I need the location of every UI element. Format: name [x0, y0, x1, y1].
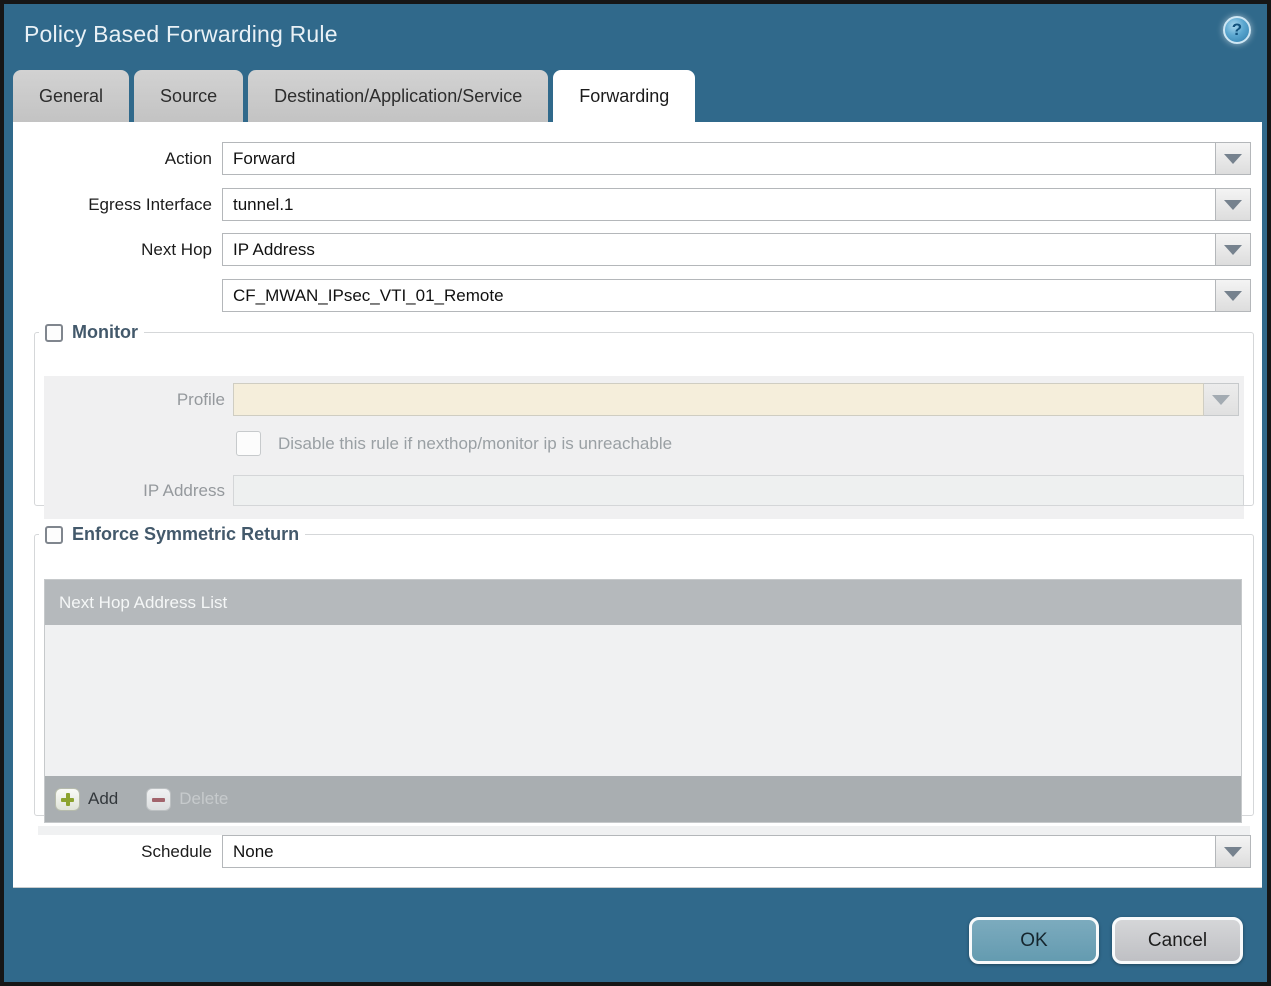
- egress-interface-value[interactable]: tunnel.1: [222, 188, 1216, 221]
- tab-forwarding[interactable]: Forwarding: [553, 70, 696, 122]
- profile-dropdown-button: [1204, 383, 1239, 416]
- delete-button-label: Delete: [179, 789, 229, 808]
- enforce-symmetric-return-checkbox[interactable]: [45, 525, 63, 544]
- chevron-down-icon: [1224, 199, 1242, 210]
- chevron-down-icon: [1224, 290, 1242, 301]
- dialog-title: Policy Based Forwarding Rule: [24, 21, 338, 47]
- chevron-down-icon: [1224, 153, 1242, 164]
- add-icon: [55, 787, 80, 811]
- add-button[interactable]: Add: [55, 787, 119, 811]
- tab-source[interactable]: Source: [134, 70, 244, 122]
- profile-label: Profile: [176, 390, 225, 409]
- ok-button[interactable]: OK: [969, 917, 1099, 964]
- forwarding-tab-panel: Action Forward Egress Interface tunnel.1…: [13, 122, 1262, 888]
- monitor-ip-address-label: IP Address: [143, 481, 225, 500]
- action-value[interactable]: Forward: [222, 142, 1216, 175]
- enforce-symmetric-return-legend: Enforce Symmetric Return: [39, 524, 305, 545]
- schedule-combobox[interactable]: None: [222, 835, 1251, 868]
- dialog-window: Policy Based Forwarding Rule ? General S…: [0, 0, 1271, 986]
- next-hop-type-dropdown-button[interactable]: [1216, 233, 1251, 266]
- next-hop-address-value[interactable]: CF_MWAN_IPsec_VTI_01_Remote: [222, 279, 1216, 312]
- tab-bar: General Source Destination/Application/S…: [13, 70, 696, 122]
- tab-destination-application-service[interactable]: Destination/Application/Service: [248, 70, 549, 122]
- next-hop-type-value[interactable]: IP Address: [222, 233, 1216, 266]
- action-combobox[interactable]: Forward: [222, 142, 1251, 175]
- chevron-down-icon: [1212, 394, 1230, 405]
- schedule-dropdown-button[interactable]: [1216, 835, 1251, 868]
- schedule-value[interactable]: None: [222, 835, 1216, 868]
- help-glyph: ?: [1231, 20, 1243, 39]
- egress-interface-combobox[interactable]: tunnel.1: [222, 188, 1251, 221]
- enforce-symmetric-return-group: Enforce Symmetric Return Next Hop Addres…: [34, 524, 1254, 835]
- monitor-legend: Monitor: [39, 322, 144, 343]
- title-bar: Policy Based Forwarding Rule ?: [4, 4, 1267, 68]
- monitor-ip-address-input: [233, 475, 1244, 506]
- next-hop-type-combobox[interactable]: IP Address: [222, 233, 1251, 266]
- chevron-down-icon: [1224, 244, 1242, 255]
- schedule-label: Schedule: [141, 842, 212, 861]
- action-dropdown-button[interactable]: [1216, 142, 1251, 175]
- next-hop-label: Next Hop: [141, 240, 212, 259]
- action-label: Action: [164, 149, 212, 168]
- monitor-checkbox[interactable]: [45, 323, 63, 342]
- egress-interface-dropdown-button[interactable]: [1216, 188, 1251, 221]
- delete-button[interactable]: Delete: [146, 787, 229, 811]
- enforce-symmetric-return-legend-label: Enforce Symmetric Return: [72, 524, 300, 544]
- next-hop-address-list-header: Next Hop Address List: [45, 580, 1241, 625]
- next-hop-address-list-body[interactable]: [45, 625, 1241, 776]
- disable-rule-checkbox: [236, 431, 261, 456]
- disable-rule-label: Disable this rule if nexthop/monitor ip …: [278, 434, 673, 453]
- next-hop-address-list-header-label: Next Hop Address List: [59, 592, 228, 612]
- cancel-button[interactable]: Cancel: [1112, 917, 1243, 964]
- next-hop-address-combobox[interactable]: CF_MWAN_IPsec_VTI_01_Remote: [222, 279, 1251, 312]
- help-icon[interactable]: ?: [1223, 16, 1251, 44]
- add-button-label: Add: [88, 789, 119, 808]
- monitor-legend-label: Monitor: [72, 322, 138, 342]
- monitor-panel: Profile Disable this rule if nexthop/mon…: [44, 376, 1244, 519]
- chevron-down-icon: [1224, 846, 1242, 857]
- next-hop-address-dropdown-button[interactable]: [1216, 279, 1251, 312]
- profile-value: [233, 383, 1204, 416]
- next-hop-address-list-table: Next Hop Address List Add Delete: [44, 579, 1242, 823]
- tab-general[interactable]: General: [13, 70, 130, 122]
- delete-icon: [146, 787, 172, 811]
- list-bottom-strip: [38, 826, 1250, 835]
- egress-interface-label: Egress Interface: [88, 195, 212, 214]
- profile-combobox: [233, 383, 1239, 416]
- next-hop-address-list-toolbar: Add Delete: [45, 776, 1241, 822]
- monitor-group: Monitor Profile Disable this rule if nex…: [34, 322, 1254, 519]
